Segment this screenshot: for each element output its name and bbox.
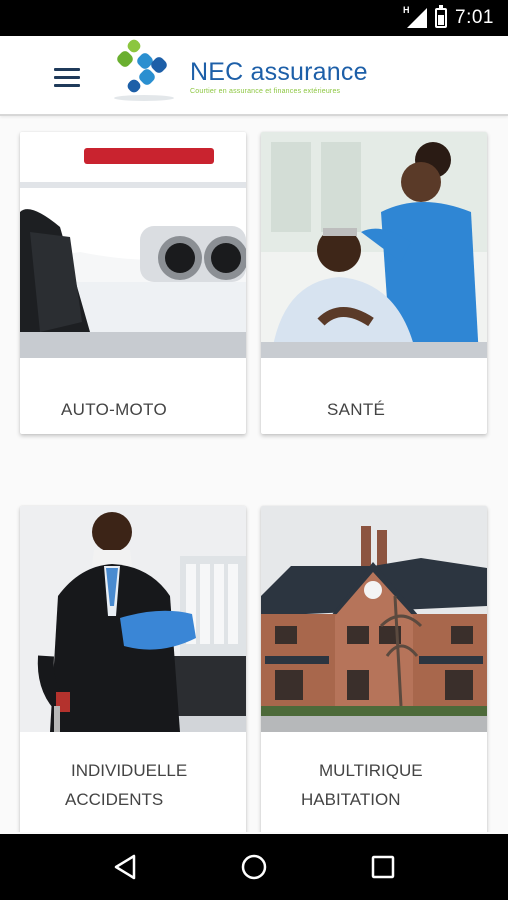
navigation-bar [0, 834, 508, 900]
brand: NEC assurance Courtier en assurance et f… [190, 58, 368, 95]
brick-house-photo [261, 506, 487, 732]
category-card-multirique-habitation[interactable]: MULTIRIQUE HABITATION [261, 506, 487, 832]
category-label: AUTO-MOTO [61, 400, 167, 419]
category-label-line2: HABITATION [301, 790, 401, 809]
category-label-line2: ACCIDENTS [65, 790, 164, 809]
battery-charging-icon [435, 5, 448, 28]
hamburger-menu-icon[interactable] [48, 62, 88, 92]
injured-man-photo [20, 506, 246, 732]
category-label-line1: INDIVIDUELLE [71, 761, 188, 780]
logo-icon [114, 39, 174, 101]
network-type-label: H [403, 5, 410, 15]
clock: 7:01 [455, 7, 494, 28]
category-card-sante[interactable]: SANTÉ [261, 132, 487, 434]
nurse-and-patient-photo [261, 132, 487, 358]
category-card-individuelle-accidents[interactable]: INDIVIDUELLE ACCIDENTS [20, 506, 246, 832]
brand-tagline: Courtier en assurance et finances extéri… [190, 88, 341, 95]
category-label-line1: MULTIRIQUE [319, 761, 423, 780]
status-bar: H 7:01 [0, 0, 508, 36]
home-icon[interactable] [232, 845, 276, 889]
car-exhaust-photo [20, 132, 246, 358]
app-bar: NEC assurance Courtier en assurance et f… [0, 36, 508, 116]
signal-icon: H [403, 5, 428, 28]
category-card-auto-moto[interactable]: AUTO-MOTO [20, 132, 246, 434]
brand-name: NEC assurance [190, 58, 368, 86]
category-label: SANTÉ [327, 400, 386, 419]
category-grid: AUTO-MOTO SANTÉ INDIVIDUELLE ACCIDENTS M… [0, 118, 508, 832]
back-icon[interactable] [103, 845, 147, 889]
recents-icon[interactable] [361, 845, 405, 889]
